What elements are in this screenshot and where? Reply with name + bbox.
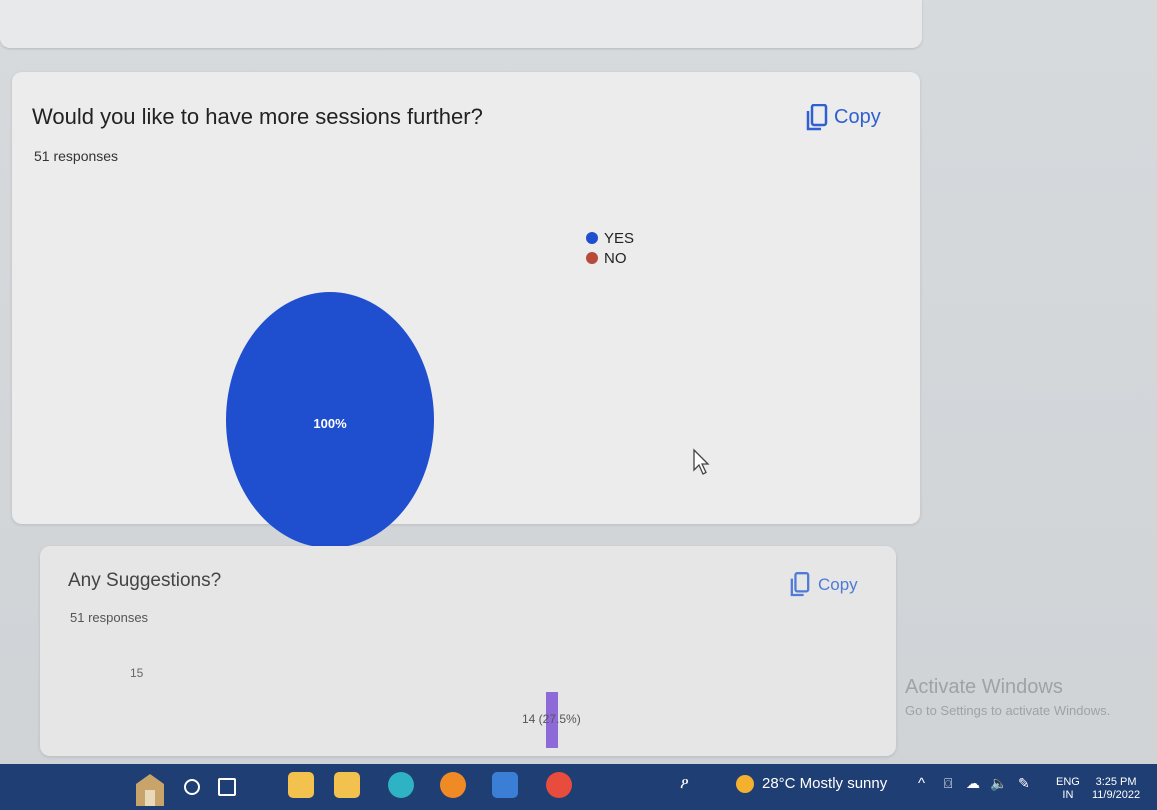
copy-button[interactable]: Copy (790, 572, 858, 598)
bar-data-label: 14 (27.5%) (522, 712, 581, 726)
pie-chart: 100% (226, 292, 434, 548)
weather-icon[interactable] (736, 775, 754, 793)
chevron-up-icon[interactable]: ^ (918, 775, 925, 792)
screen: Would you like to have more sessions fur… (0, 0, 1157, 810)
edge-icon[interactable] (388, 772, 414, 798)
pen-icon[interactable]: ✎ (1018, 775, 1030, 792)
language-bottom: IN (1062, 789, 1074, 801)
y-axis-tick: 15 (130, 666, 144, 680)
legend-item-yes[interactable]: YES (586, 228, 634, 248)
clock[interactable]: 3:25 PM 11/9/2022 (1092, 776, 1140, 802)
language-top: ENG (1056, 776, 1080, 788)
watermark-subtitle: Go to Settings to activate Windows. (905, 703, 1111, 718)
question-title: Would you like to have more sessions fur… (32, 104, 483, 129)
task-view-icon[interactable] (218, 778, 236, 796)
pie-slice-label: 100% (313, 416, 347, 431)
onedrive-icon[interactable]: ☁ (966, 775, 980, 792)
language-indicator[interactable]: ENG IN (1056, 776, 1080, 802)
store-icon[interactable] (334, 772, 360, 798)
copy-icon (790, 572, 810, 598)
legend-item-no[interactable]: NO (586, 248, 634, 268)
response-count: 51 responses (70, 610, 149, 625)
copy-button[interactable]: Copy (806, 104, 881, 131)
start-button-icon[interactable] (130, 768, 170, 808)
mouse-cursor-icon (693, 448, 710, 475)
question-title: Any Suggestions? (68, 570, 222, 591)
search-icon[interactable] (184, 779, 200, 795)
taskbar (0, 764, 1157, 810)
legend-swatch-yes (586, 232, 598, 244)
chrome-icon[interactable] (546, 772, 572, 798)
question-card-sessions: Would you like to have more sessions fur… (12, 72, 920, 548)
clock-time: 3:25 PM (1095, 776, 1137, 788)
network-icon[interactable]: ⌼ (944, 775, 952, 792)
file-explorer-icon[interactable] (288, 772, 314, 798)
weather-text[interactable]: 28°C Mostly sunny (762, 775, 887, 792)
clock-date: 11/9/2022 (1092, 789, 1141, 801)
copy-label: Copy (834, 105, 881, 128)
activate-windows-watermark: Activate Windows Go to Settings to activ… (905, 676, 1110, 718)
volume-icon[interactable]: 🔈 (990, 775, 1007, 792)
legend-label-no: NO (604, 249, 627, 267)
people-icon[interactable]: ዖ (680, 775, 689, 792)
chart-legend: YES NO (586, 228, 634, 268)
copy-label: Copy (818, 575, 858, 594)
previous-question-card (0, 0, 922, 48)
question-card-suggestions: Any Suggestions? 51 responses Copy 15 14… (40, 546, 896, 756)
copy-icon (806, 104, 828, 131)
firefox-icon[interactable] (440, 772, 466, 798)
legend-swatch-no (586, 252, 598, 264)
legend-label-yes: YES (604, 229, 635, 247)
response-count: 51 responses (34, 148, 119, 164)
watermark-title: Activate Windows (905, 676, 1063, 698)
mail-icon[interactable] (492, 772, 518, 798)
